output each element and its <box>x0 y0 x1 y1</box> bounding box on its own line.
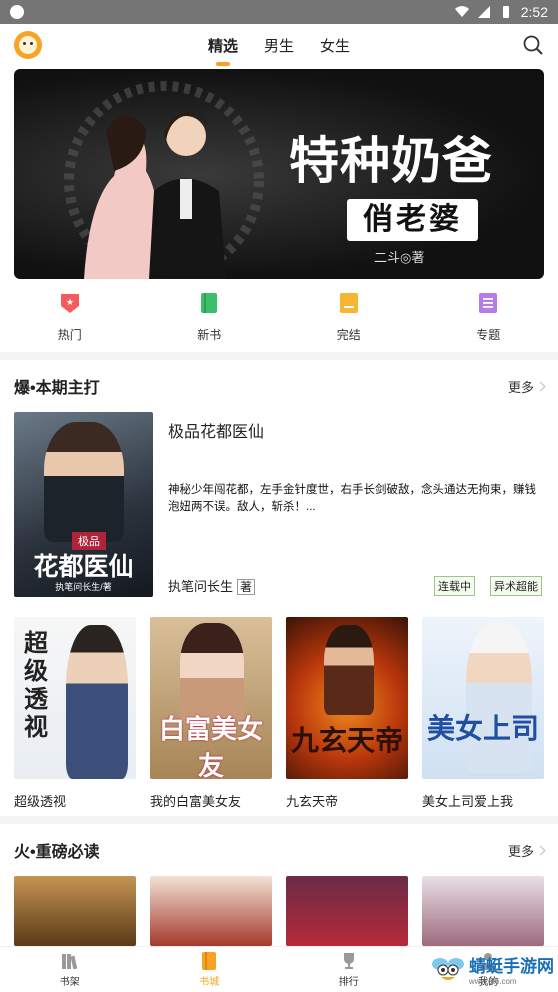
banner-couple-illustration <box>64 81 264 279</box>
banner-subtitle: 俏老婆 <box>347 199 478 241</box>
bookstore-icon <box>202 952 217 970</box>
quick-nav-finished[interactable]: 完结 <box>279 292 419 352</box>
book-title: 我的白富美女友 <box>150 794 242 809</box>
genre-badge: 异术超能 <box>490 576 542 596</box>
quick-nav-hot[interactable]: ★ 热门 <box>0 292 140 352</box>
tab-featured[interactable]: 精选 <box>208 31 238 60</box>
book-cover: 九玄天帝 <box>286 617 408 779</box>
book-title: 美女上司爱上我 <box>422 794 514 809</box>
section-header-must-read: 火•重磅必读 更多 <box>14 840 546 861</box>
featured-book-author: 执笔问长生著 <box>168 576 256 595</box>
book-cover: 白富美女友 <box>150 617 272 779</box>
book-cover[interactable] <box>422 876 544 946</box>
book-item[interactable]: 超级透视 超级透视 <box>14 617 136 810</box>
book-item[interactable]: 美女上司 美女上司爱上我 <box>422 617 544 810</box>
quick-nav: ★ 热门 新书 完结 专题 <box>0 292 558 352</box>
banner-title: 特种奶爸 <box>289 131 493 190</box>
book-cover[interactable] <box>150 876 272 946</box>
bookshelf-icon <box>61 954 77 970</box>
section-title: 爆•本期主打 <box>14 380 100 397</box>
trophy-icon <box>343 953 354 969</box>
status-time: 2:52 <box>520 4 548 20</box>
status-bar: 2:52 <box>0 0 558 24</box>
book-cover[interactable] <box>286 876 408 946</box>
more-link[interactable]: 更多 <box>508 841 546 860</box>
book-cover[interactable] <box>14 876 136 946</box>
top-bar: 精选 男生 女生 <box>0 24 558 66</box>
battery-icon <box>502 6 509 18</box>
book-item[interactable]: 白富美女友 我的白富美女友 <box>150 617 272 810</box>
book-cover: 美女上司 <box>422 617 544 779</box>
book-title: 九玄天帝 <box>286 794 339 809</box>
featured-book-cover[interactable]: 极品 花都医仙 执笔问长生/著 <box>14 412 153 597</box>
status-badge: 连载中 <box>434 576 475 596</box>
tab-bookstore[interactable]: 书城 <box>140 947 280 992</box>
chevron-right-icon <box>535 381 546 391</box>
new-book-icon <box>201 293 218 313</box>
dragonfly-logo-icon <box>432 958 464 980</box>
tab-female[interactable]: 女生 <box>320 31 350 60</box>
featured-book-description: 神秘少年闯花都，左手金针度世，右手长剑破敌，念头通达无拘束，赚钱泡妞两不误。敌人… <box>168 484 536 513</box>
search-icon[interactable] <box>522 34 544 56</box>
notification-dot-icon <box>10 5 24 19</box>
wifi-icon <box>454 6 469 17</box>
finished-icon <box>339 293 358 313</box>
section-divider <box>0 352 558 360</box>
svg-text:★: ★ <box>66 297 74 307</box>
quick-nav-new[interactable]: 新书 <box>140 292 280 352</box>
banner-author: 二斗◎著 <box>374 250 425 265</box>
tab-ranking[interactable]: 排行 <box>279 947 419 992</box>
book-title: 超级透视 <box>14 794 67 809</box>
book-item[interactable]: 九玄天帝 九玄天帝 <box>286 617 408 810</box>
section-divider <box>0 816 558 824</box>
section-header-main: 爆•本期主打 更多 <box>14 376 546 397</box>
top-tabs: 精选 男生 女生 <box>0 31 558 60</box>
book-cover: 超级透视 <box>14 617 136 779</box>
site-watermark: 蜻蜓手游网 www.qt6.com <box>431 952 554 986</box>
promo-banner[interactable]: 特种奶爸 俏老婆 二斗◎著 <box>14 69 544 279</box>
topic-list-icon <box>479 293 498 313</box>
hot-badge-icon: ★ <box>60 294 79 313</box>
chevron-right-icon <box>535 845 546 855</box>
tab-male[interactable]: 男生 <box>264 31 294 60</box>
quick-nav-topic[interactable]: 专题 <box>419 292 558 352</box>
more-link[interactable]: 更多 <box>508 377 546 396</box>
section-title: 火•重磅必读 <box>14 844 100 861</box>
signal-icon <box>477 6 490 18</box>
tab-bookshelf[interactable]: 书架 <box>0 947 140 992</box>
featured-book-title[interactable]: 极品花都医仙 <box>168 418 264 442</box>
